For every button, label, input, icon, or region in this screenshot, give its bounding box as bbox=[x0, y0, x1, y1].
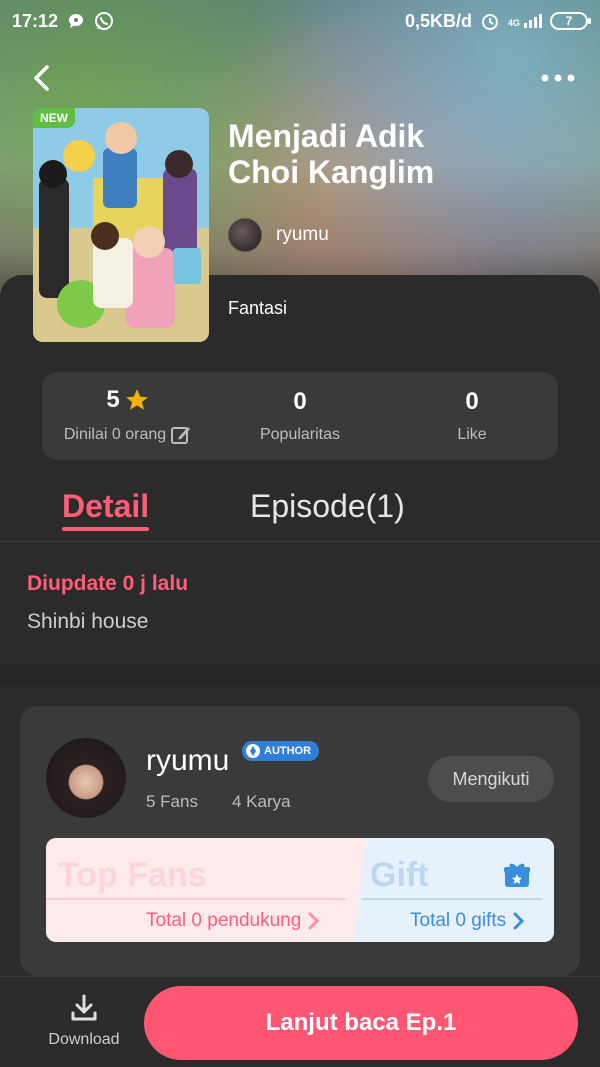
comic-title-line2: Choi Kanglim bbox=[228, 154, 435, 190]
popularity-value: 0 bbox=[293, 388, 307, 415]
rating-stat[interactable]: 5 Dinilai 0 orang bbox=[48, 386, 208, 446]
gift-box-icon bbox=[504, 863, 530, 887]
top-fans-link-label: Total 0 pendukung bbox=[146, 910, 302, 931]
rating-label: Dinilai 0 orang bbox=[63, 426, 167, 443]
author-avatar bbox=[228, 218, 262, 252]
author-badge: AUTHOR bbox=[242, 741, 320, 761]
star-icon bbox=[125, 389, 148, 410]
signal-icon: 4G bbox=[508, 14, 542, 28]
author-card-name[interactable]: ryumu bbox=[146, 744, 229, 778]
tab-divider bbox=[0, 541, 600, 542]
gifts-link[interactable]: Total 0 gifts bbox=[410, 910, 525, 932]
works-count: 4 Karya bbox=[231, 792, 291, 811]
chevron-right-icon bbox=[513, 912, 525, 930]
battery-icon: 7 bbox=[550, 12, 591, 30]
chevron-right-icon bbox=[308, 912, 320, 930]
download-button[interactable]: Download bbox=[40, 993, 128, 1049]
genre-label: Fantasi bbox=[228, 298, 288, 318]
whatsapp-icon bbox=[94, 11, 114, 31]
download-label: Download bbox=[48, 1031, 120, 1048]
back-arrow-icon bbox=[34, 65, 49, 91]
author-card: ryumu AUTHOR 5 Fans 4 Karya Mengikuti To… bbox=[20, 706, 580, 976]
bottom-action-bar: Download Lanjut baca Ep.1 bbox=[0, 976, 600, 1067]
comic-title: Menjadi Adik Choi Kanglim bbox=[228, 118, 568, 190]
chat-bubble-icon bbox=[66, 11, 86, 31]
more-options-button[interactable] bbox=[538, 58, 578, 98]
edit-icon bbox=[171, 427, 191, 444]
like-stat: 0 Like bbox=[392, 388, 552, 444]
popularity-stat: 0 Popularitas bbox=[220, 388, 380, 444]
author-badge-label: AUTHOR bbox=[264, 745, 312, 757]
comic-cover-image[interactable]: NEW bbox=[33, 108, 209, 342]
author-card-meta: 5 Fans 4 Karya bbox=[146, 792, 291, 812]
tab-bar: Detail Episode(1) bbox=[0, 488, 600, 542]
popularity-label: Popularitas bbox=[259, 426, 341, 443]
author-name: ryumu bbox=[276, 224, 329, 245]
author-badge-icon bbox=[246, 744, 260, 758]
alarm-icon bbox=[480, 11, 500, 31]
section-separator bbox=[0, 665, 600, 685]
cover-artwork bbox=[33, 108, 209, 342]
gift-underline bbox=[362, 898, 542, 900]
top-fans-title: Top Fans bbox=[58, 856, 207, 894]
download-icon bbox=[71, 994, 97, 1021]
battery-level: 7 bbox=[565, 14, 573, 28]
top-navigation bbox=[0, 58, 600, 98]
fans-gift-box: Top Fans Gift Total 0 pendukung Total 0 … bbox=[46, 838, 554, 942]
stats-box: 5 Dinilai 0 orang 0 Popularitas 0 Like bbox=[42, 372, 558, 460]
continue-reading-button[interactable]: Lanjut baca Ep.1 bbox=[144, 986, 578, 1060]
update-status: Diupdate 0 j lalu bbox=[27, 572, 189, 595]
more-dots-icon bbox=[541, 74, 575, 82]
publisher-name: Shinbi house bbox=[27, 610, 149, 633]
gift-title: Gift bbox=[370, 856, 429, 894]
tab-episode[interactable]: Episode(1) bbox=[250, 488, 405, 525]
author-row[interactable]: ryumu bbox=[228, 218, 329, 252]
top-fans-link[interactable]: Total 0 pendukung bbox=[146, 910, 320, 932]
status-bar: 17:12 0,5KB/d 4G 7 bbox=[0, 0, 600, 42]
author-card-avatar[interactable] bbox=[46, 738, 126, 818]
status-time: 17:12 bbox=[12, 10, 59, 31]
like-value: 0 bbox=[465, 388, 479, 415]
rating-value: 5 bbox=[106, 386, 120, 413]
comic-title-line1: Menjadi Adik bbox=[228, 118, 425, 154]
like-label: Like bbox=[457, 426, 487, 443]
follow-button[interactable]: Mengikuti bbox=[428, 756, 554, 802]
fans-count: 5 Fans bbox=[146, 792, 198, 811]
network-speed: 0,5KB/d bbox=[404, 10, 472, 31]
tab-detail[interactable]: Detail bbox=[62, 488, 150, 531]
back-button[interactable] bbox=[22, 58, 62, 98]
top-fans-underline bbox=[46, 898, 346, 900]
new-badge: NEW bbox=[33, 108, 75, 128]
gifts-link-label: Total 0 gifts bbox=[410, 910, 507, 931]
signal-label: 4G bbox=[507, 18, 520, 28]
